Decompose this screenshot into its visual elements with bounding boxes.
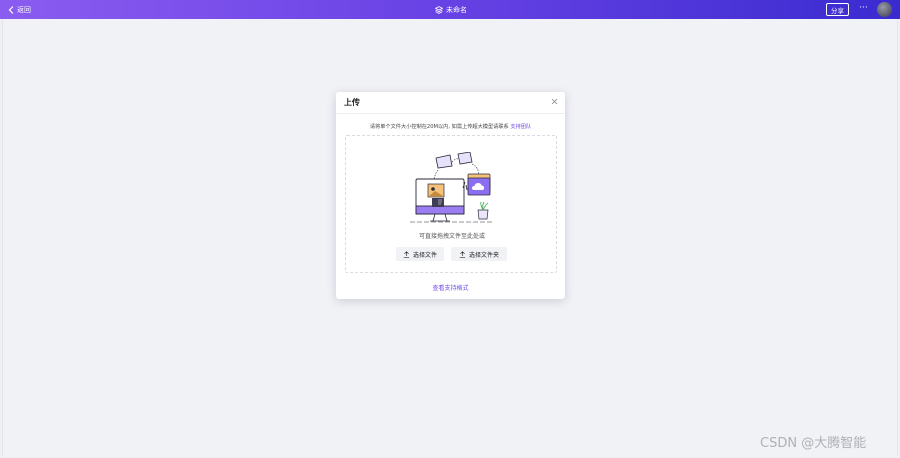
dialog-title: 上传 — [344, 98, 360, 107]
select-file-label: 选择文件 — [412, 251, 437, 259]
back-label: 返回 — [17, 5, 31, 14]
select-folder-label: 选择文件夹 — [468, 251, 499, 259]
watermark: CSDN @大腾智能 — [760, 436, 867, 451]
back-button[interactable]: 返回 — [8, 0, 31, 19]
select-folder-button[interactable]: 选择文件夹 — [451, 247, 507, 261]
share-button[interactable]: 分享 — [826, 3, 849, 16]
notice-text: 请将单个文件大小控制在20M以内, 如需上传超大模型请联系 — [369, 124, 509, 130]
document-title-text: 未命名 — [446, 5, 467, 14]
layers-icon — [435, 5, 443, 14]
document-title: 未命名 — [435, 0, 467, 19]
dialog-header: 上传 — [336, 92, 565, 114]
support-team-link[interactable]: 支持团队 — [510, 124, 531, 130]
size-limit-notice: 请将单个文件大小控制在20M以内, 如需上传超大模型请联系 支持团队 — [336, 123, 565, 130]
top-bar: 返回 未命名 分享 ··· — [0, 0, 900, 19]
upload-dialog: 上传 请将单个文件大小控制在20M以内, 如需上传超大模型请联系 支持团队 可直… — [336, 92, 565, 299]
upload-dropzone[interactable]: 可直接拖拽文件至此处或 选择文件 选择文件夹 — [345, 135, 557, 273]
drop-hint: 可直接拖拽文件至此处或 — [418, 233, 485, 240]
supported-formats-link[interactable]: 查看支持格式 — [336, 283, 565, 292]
upload-icon — [459, 250, 466, 258]
select-file-button[interactable]: 选择文件 — [396, 247, 444, 261]
upload-icon — [403, 250, 410, 258]
chevron-left-icon — [8, 5, 14, 14]
more-options-button[interactable]: ··· — [857, 3, 870, 16]
avatar[interactable] — [877, 2, 892, 17]
close-icon[interactable] — [550, 97, 559, 106]
upload-illustration — [410, 152, 494, 223]
